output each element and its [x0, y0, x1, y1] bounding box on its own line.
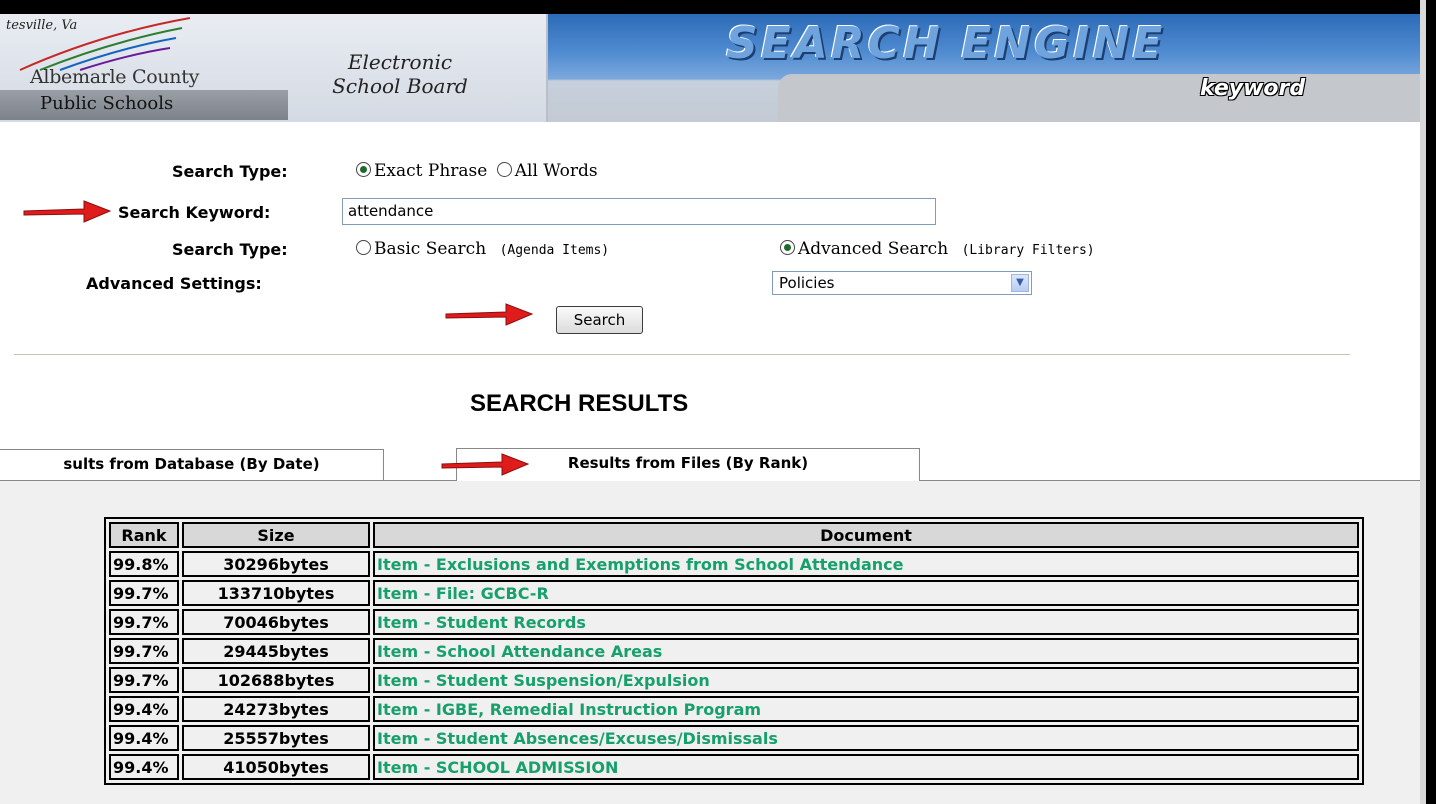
document-link[interactable]: Item - Exclusions and Exemptions from Sc…	[373, 551, 1359, 577]
size-cell: 102688bytes	[182, 667, 370, 693]
banner-title: SEARCH ENGINE	[726, 18, 1166, 69]
table-row: 99.7% 102688bytes Item - Student Suspens…	[109, 667, 1359, 693]
size-cell: 30296bytes	[182, 551, 370, 577]
annotation-arrow-icon	[445, 303, 534, 326]
column-header-rank[interactable]: Rank	[109, 522, 179, 548]
app-name: Electronic School Board	[300, 50, 500, 98]
form-divider	[14, 354, 1350, 355]
app-name-line2: School Board	[332, 74, 468, 98]
table-header-row: Rank Size Document	[109, 522, 1359, 548]
column-header-size[interactable]: Size	[182, 522, 370, 548]
exact-phrase-radio[interactable]	[356, 162, 371, 177]
rank-cell: 99.4%	[109, 754, 179, 780]
document-link[interactable]: Item - Student Records	[373, 609, 1359, 635]
match-type-label: Search Type:	[172, 162, 288, 181]
window-frame-right	[1426, 0, 1436, 804]
rank-cell: 99.4%	[109, 725, 179, 751]
advanced-settings-value: Policies	[779, 274, 835, 292]
rank-cell: 99.8%	[109, 551, 179, 577]
size-cell: 24273bytes	[182, 696, 370, 722]
table-row: 99.4% 41050bytes Item - SCHOOL ADMISSION	[109, 754, 1359, 780]
rank-cell: 99.4%	[109, 696, 179, 722]
annotation-arrow-icon	[23, 200, 112, 223]
window-frame-top	[0, 0, 1436, 14]
advanced-search-note: (Library Filters)	[961, 243, 1095, 258]
size-cell: 133710bytes	[182, 580, 370, 606]
advanced-search-radio[interactable]	[780, 240, 795, 255]
size-cell: 41050bytes	[182, 754, 370, 780]
advanced-search-option[interactable]: Advanced Search (Library Filters)	[780, 239, 1095, 259]
basic-search-option[interactable]: Basic Search (Agenda Items)	[356, 239, 609, 259]
search-results-title: SEARCH RESULTS	[470, 390, 689, 417]
table-row: 99.7% 133710bytes Item - File: GCBC-R	[109, 580, 1359, 606]
basic-search-label: Basic Search	[374, 239, 487, 259]
advanced-settings-select[interactable]: Policies ▼	[772, 271, 1032, 295]
logo-city-text: tesville, Va	[6, 18, 78, 33]
table-row: 99.4% 25557bytes Item - Student Absences…	[109, 725, 1359, 751]
banner-grey-band	[778, 74, 1420, 122]
all-words-label: All Words	[514, 161, 598, 181]
document-link[interactable]: Item - File: GCBC-R	[373, 580, 1359, 606]
search-engine-banner: SEARCH ENGINE keyword	[548, 14, 1420, 122]
search-button[interactable]: Search	[556, 306, 643, 334]
logo-org-subname: Public Schools	[40, 93, 174, 114]
tab-results-database[interactable]: sults from Database (By Date)	[0, 449, 384, 481]
rank-cell: 99.7%	[109, 580, 179, 606]
document-link[interactable]: Item - Student Absences/Excuses/Dismissa…	[373, 725, 1359, 751]
document-link[interactable]: Item - IGBE, Remedial Instruction Progra…	[373, 696, 1359, 722]
advanced-settings-label: Advanced Settings:	[86, 274, 262, 293]
logo-org-band: Public Schools	[0, 90, 288, 120]
table-row: 99.8% 30296bytes Item - Exclusions and E…	[109, 551, 1359, 577]
size-cell: 29445bytes	[182, 638, 370, 664]
chevron-down-icon[interactable]: ▼	[1011, 274, 1029, 292]
document-link[interactable]: Item - SCHOOL ADMISSION	[373, 754, 1359, 780]
exact-phrase-option[interactable]: Exact Phrase	[356, 161, 487, 181]
rank-cell: 99.7%	[109, 638, 179, 664]
basic-search-note: (Agenda Items)	[499, 243, 610, 258]
all-words-option[interactable]: All Words	[496, 161, 598, 181]
search-keyword-input[interactable]: attendance	[342, 198, 936, 225]
all-words-radio[interactable]	[496, 162, 512, 177]
size-cell: 25557bytes	[182, 725, 370, 751]
advanced-search-label: Advanced Search	[798, 239, 949, 259]
rank-cell: 99.7%	[109, 667, 179, 693]
size-cell: 70046bytes	[182, 609, 370, 635]
exact-phrase-label: Exact Phrase	[374, 161, 488, 181]
search-keyword-label: Search Keyword:	[118, 203, 271, 222]
banner-subtitle: keyword	[1200, 76, 1306, 101]
search-type-label: Search Type:	[172, 240, 288, 259]
document-link[interactable]: Item - Student Suspension/Expulsion	[373, 667, 1359, 693]
rank-cell: 99.7%	[109, 609, 179, 635]
table-row: 99.7% 29445bytes Item - School Attendanc…	[109, 638, 1359, 664]
column-header-document[interactable]: Document	[373, 522, 1359, 548]
table-row: 99.4% 24273bytes Item - IGBE, Remedial I…	[109, 696, 1359, 722]
match-type-group: Exact Phrase All Words	[356, 161, 598, 181]
results-table: Rank Size Document 99.8% 30296bytes Item…	[104, 517, 1364, 785]
site-header: tesville, Va Albemarle County Public Sch…	[0, 14, 1420, 124]
table-row: 99.7% 70046bytes Item - Student Records	[109, 609, 1359, 635]
school-logo[interactable]: tesville, Va Albemarle County Public Sch…	[0, 14, 548, 122]
document-link[interactable]: Item - School Attendance Areas	[373, 638, 1359, 664]
app-name-line1: Electronic	[347, 50, 453, 74]
logo-org-name: Albemarle County	[30, 66, 200, 88]
basic-search-radio[interactable]	[356, 240, 371, 255]
annotation-arrow-icon	[441, 453, 530, 476]
